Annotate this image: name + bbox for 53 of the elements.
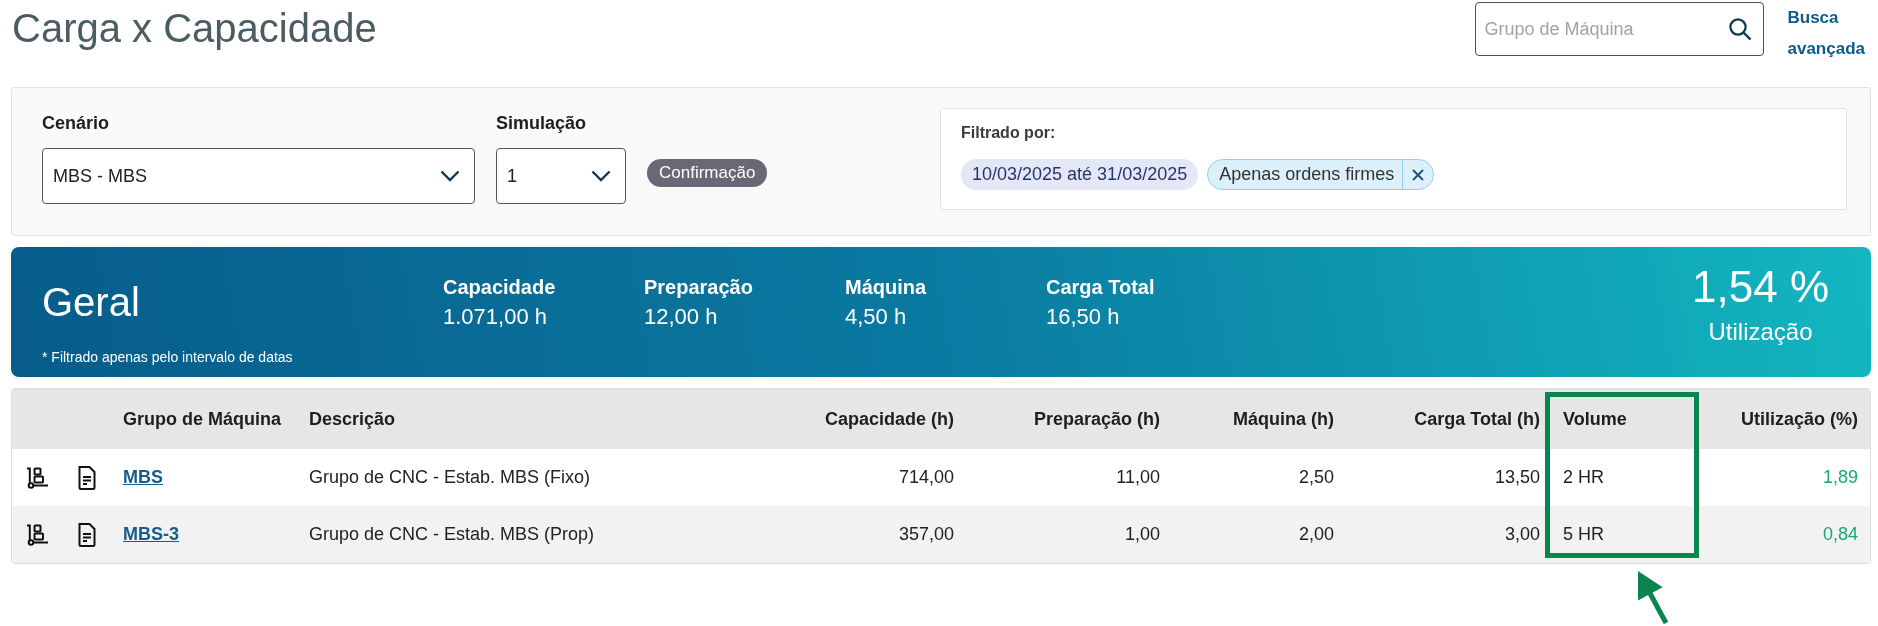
table-cell: 714,00 <box>761 449 966 506</box>
footnote-text: * Filtrado apenas pelo intervalo de datas <box>42 349 294 365</box>
dropdown[interactable]: MBS - MBS <box>42 148 475 204</box>
table-cell: Grupo de CNC - Estab. MBS (Fixo) <box>297 449 761 506</box>
summary-title: Geral <box>42 279 141 326</box>
column-header: Descrição <box>297 389 761 449</box>
chevron-down-icon <box>440 170 460 182</box>
table-cell: 2,00 <box>1172 506 1346 563</box>
stat-value: 12,00 h <box>644 303 718 331</box>
column-header: Grupo de Máquina <box>111 389 297 449</box>
filters-title: Filtrado por: <box>961 123 1057 143</box>
machine-group-link[interactable]: MBS-3 <box>123 524 179 544</box>
close-icon <box>1412 168 1425 181</box>
hand-truck-icon[interactable] <box>25 523 49 546</box>
stat-value: 4,50 h <box>845 303 907 331</box>
document-icon[interactable] <box>76 522 97 547</box>
field-label: Simulação <box>496 112 588 134</box>
table-cell: 11,00 <box>966 449 1172 506</box>
stat-label: Preparação <box>644 275 753 299</box>
table-cell: 2 HR <box>1546 449 1700 506</box>
machine-group-link[interactable]: MBS <box>123 467 163 487</box>
table-cell: 13,50 <box>1346 449 1546 506</box>
page-title: Carga x Capacidade <box>12 5 377 52</box>
column-header: Carga Total (h) <box>1346 389 1546 449</box>
advanced-search-link[interactable]: Busca avançada <box>1787 2 1865 64</box>
column-header: Capacidade (h) <box>761 389 966 449</box>
search-icon[interactable] <box>1727 17 1752 41</box>
filter-chip: 10/03/2025 até 31/03/2025 <box>961 159 1199 190</box>
stat-value: 1.071,00 h <box>443 303 547 331</box>
hand-truck-icon[interactable] <box>25 466 49 489</box>
table-cell: Grupo de CNC - Estab. MBS (Prop) <box>297 506 761 563</box>
document-icon[interactable] <box>76 465 97 490</box>
table-cell: 1,89 <box>1700 449 1870 506</box>
stat-value: 16,50 h <box>1046 303 1120 331</box>
stat-label: Máquina <box>845 275 927 299</box>
column-header: Preparação (h) <box>966 389 1172 449</box>
stat-label: Carga Total <box>1046 275 1155 299</box>
column-header: Máquina (h) <box>1172 389 1346 449</box>
status-badge: Confirmação <box>647 159 768 187</box>
column-header: Utilização (%) <box>1700 389 1870 449</box>
table-cell: 0,84 <box>1700 506 1870 563</box>
stat-label: Capacidade <box>443 275 556 299</box>
dropdown[interactable]: 1 <box>496 148 626 204</box>
table-cell: 357,00 <box>761 506 966 563</box>
search-field[interactable]: Grupo de Máquina <box>1474 2 1764 56</box>
table-cell: 2,50 <box>1172 449 1346 506</box>
chevron-down-icon <box>591 170 611 182</box>
table-cell: 1,00 <box>966 506 1172 563</box>
chip-label: Apenas ordens firmes <box>1218 164 1396 185</box>
table-cell: 3,00 <box>1346 506 1546 563</box>
utilization-value: 1,54 % <box>1692 262 1829 312</box>
utilization-label: Utilização <box>1708 317 1813 347</box>
field-label: Cenário <box>42 112 111 134</box>
